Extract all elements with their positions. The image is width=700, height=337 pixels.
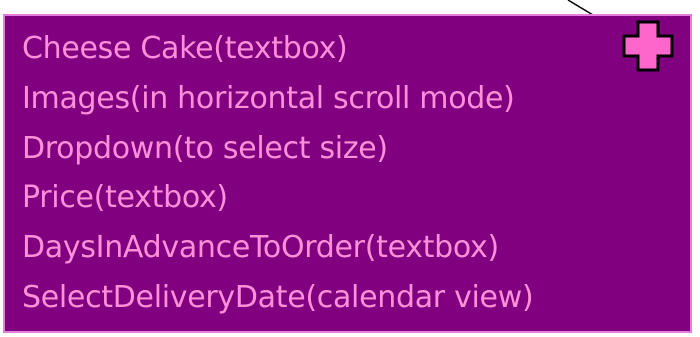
- list-item-title: Cheese Cake(textbox): [22, 31, 348, 66]
- list-item-dropdown: Dropdown(to select size): [22, 130, 388, 166]
- list-item-images: Images(in horizontal scroll mode): [22, 80, 515, 116]
- list-item-price: Price(textbox): [22, 180, 228, 216]
- plus-icon[interactable]: [620, 18, 676, 74]
- list-item-delivery-date: SelectDeliveryDate(calendar view): [22, 279, 534, 315]
- component-list: Cheese Cake(textbox) Images(in horizonta…: [22, 24, 534, 323]
- diagram-canvas: Cheese Cake(textbox) Images(in horizonta…: [0, 0, 700, 337]
- list-item-days-in-advance: DaysInAdvanceToOrder(textbox): [22, 230, 499, 266]
- cheese-cake-card: Cheese Cake(textbox) Images(in horizonta…: [3, 14, 692, 333]
